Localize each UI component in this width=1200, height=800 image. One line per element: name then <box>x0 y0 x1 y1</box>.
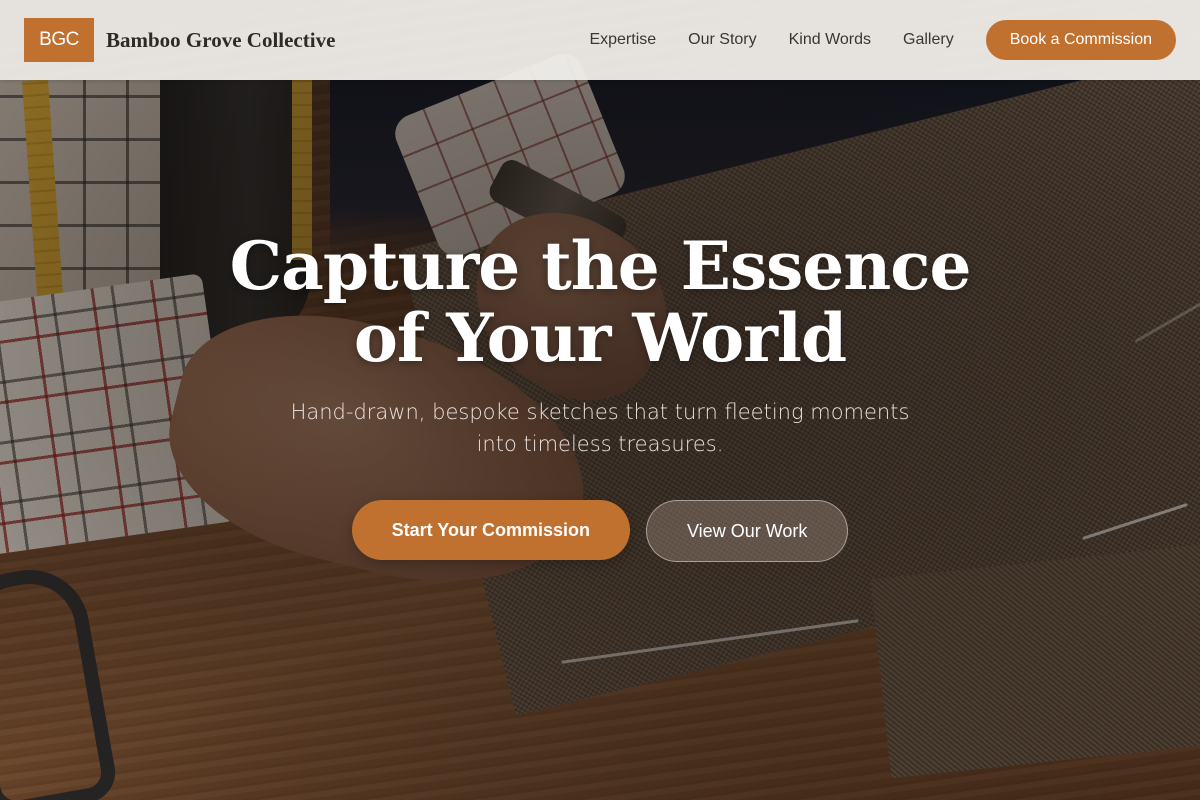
hero-title-line: Capture the Essence <box>229 227 972 305</box>
hero-section: Capture the Essence of Your World Hand-d… <box>0 230 1200 562</box>
hero-actions: Start Your Commission View Our Work <box>0 500 1200 562</box>
brand-name[interactable]: Bamboo Grove Collective <box>106 28 335 53</box>
main-nav: Expertise Our Story Kind Words Gallery B… <box>589 20 1176 60</box>
start-commission-button[interactable]: Start Your Commission <box>351 500 630 560</box>
nav-link-our-story[interactable]: Our Story <box>688 31 756 49</box>
hero-title: Capture the Essence of Your World <box>0 230 1200 374</box>
nav-link-kind-words[interactable]: Kind Words <box>789 31 871 49</box>
nav-link-gallery[interactable]: Gallery <box>903 31 954 49</box>
site-header: BGC Bamboo Grove Collective Expertise Ou… <box>0 0 1200 80</box>
hero-subtitle: Hand-drawn, bespoke sketches that turn f… <box>290 400 910 456</box>
nav-link-expertise[interactable]: Expertise <box>589 31 656 49</box>
book-commission-button[interactable]: Book a Commission <box>985 20 1176 60</box>
brand[interactable]: BGC Bamboo Grove Collective <box>24 18 335 62</box>
brand-logo[interactable]: BGC <box>24 18 94 62</box>
hero-title-line: of Your World <box>353 299 847 377</box>
view-work-button[interactable]: View Our Work <box>646 500 849 562</box>
